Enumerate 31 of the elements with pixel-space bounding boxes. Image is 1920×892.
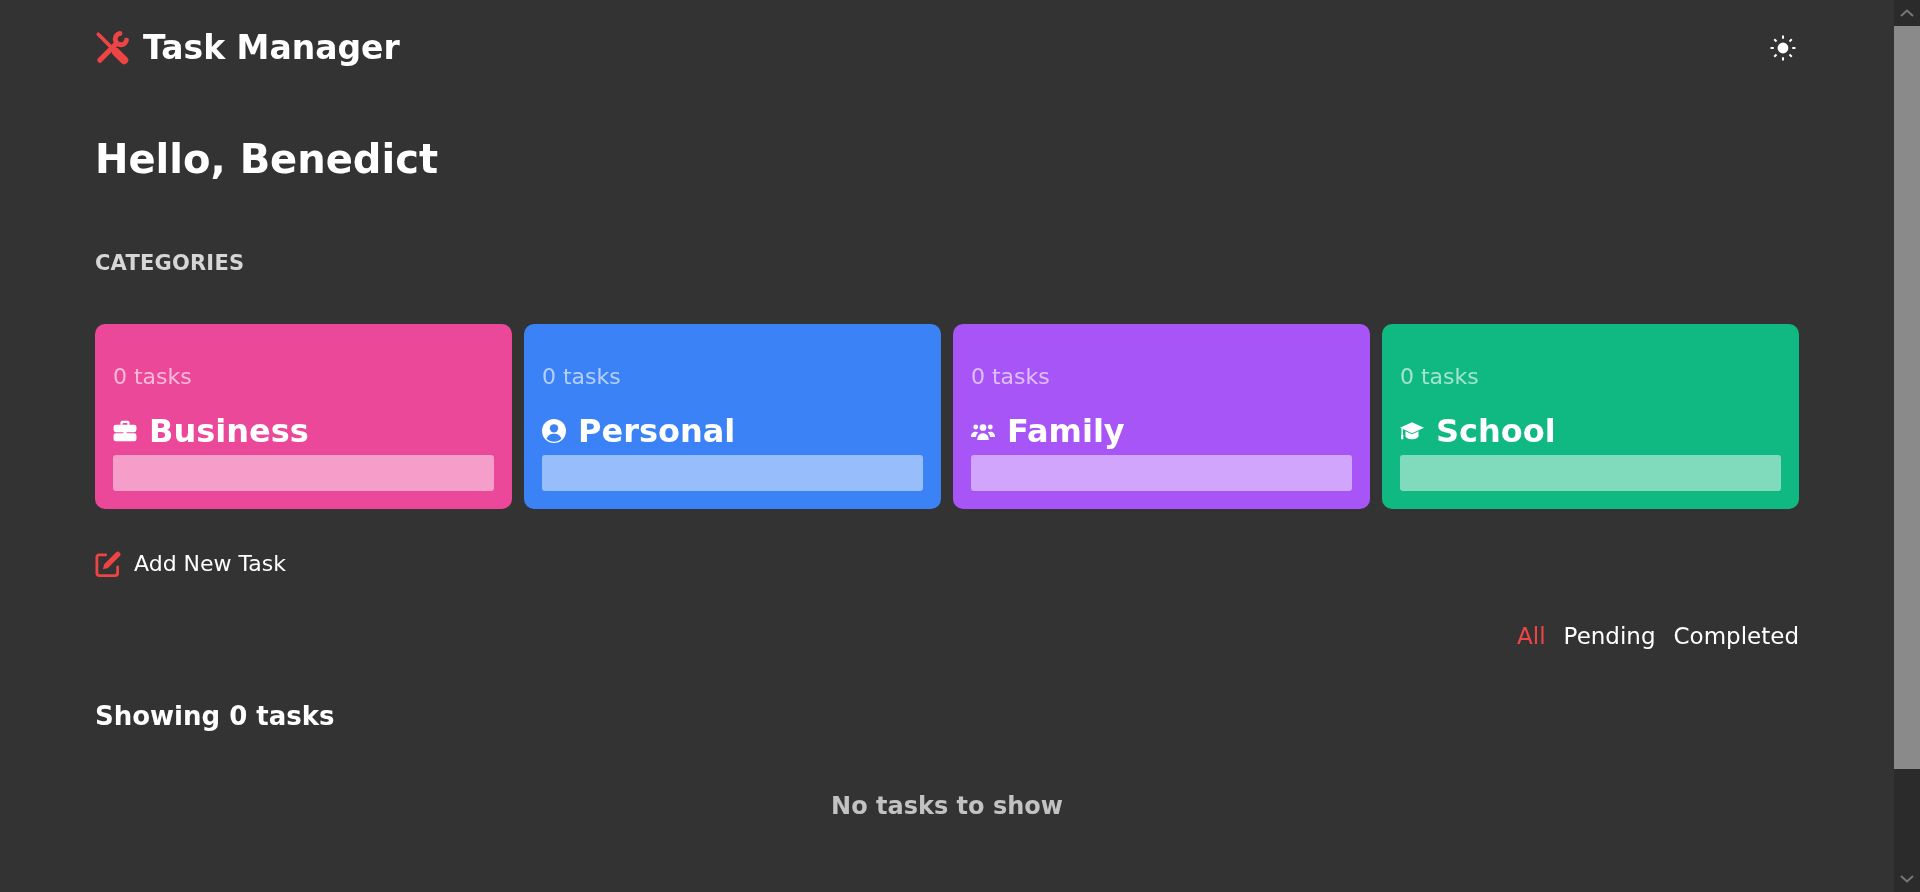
task-list-heading: Showing 0 tasks bbox=[95, 700, 335, 733]
add-task-button[interactable]: Add New Task bbox=[95, 549, 287, 579]
scrollbar-thumb[interactable] bbox=[1894, 26, 1920, 769]
edit-icon bbox=[95, 551, 121, 577]
empty-state-message: No tasks to show bbox=[831, 791, 1063, 822]
tools-icon bbox=[95, 31, 129, 65]
filter-tab[interactable]: All bbox=[1517, 621, 1546, 651]
task-count: 0 tasks bbox=[971, 363, 1050, 391]
task-count: 0 tasks bbox=[542, 363, 621, 391]
category-name: Business bbox=[149, 411, 309, 452]
filter-tab[interactable]: Pending bbox=[1563, 621, 1656, 651]
category-name: Family bbox=[1007, 411, 1125, 452]
task-count: 0 tasks bbox=[113, 363, 192, 391]
greeting-heading: Hello, Benedict bbox=[95, 135, 439, 184]
scroll-down-icon[interactable] bbox=[1900, 875, 1914, 883]
category-name: School bbox=[1436, 411, 1556, 452]
category-card[interactable]: 0 tasks School bbox=[1382, 324, 1799, 509]
category-card[interactable]: 0 tasks Personal bbox=[524, 324, 941, 509]
briefcase-icon bbox=[113, 419, 137, 443]
scroll-up-icon[interactable] bbox=[1900, 9, 1914, 17]
user-circle-icon bbox=[542, 419, 566, 443]
section-heading: CATEGORIES bbox=[95, 251, 245, 275]
category-card[interactable]: 0 tasks Family bbox=[953, 324, 1370, 509]
filter-tab[interactable]: Completed bbox=[1673, 621, 1799, 651]
task-count: 0 tasks bbox=[1400, 363, 1479, 391]
scrollbar[interactable] bbox=[1894, 0, 1920, 892]
app-title: Task Manager bbox=[143, 28, 400, 68]
category-name: Personal bbox=[578, 411, 736, 452]
sun-icon bbox=[1770, 35, 1796, 61]
category-card[interactable]: 0 tasks Business bbox=[95, 324, 512, 509]
theme-toggle-button[interactable] bbox=[1770, 35, 1796, 61]
